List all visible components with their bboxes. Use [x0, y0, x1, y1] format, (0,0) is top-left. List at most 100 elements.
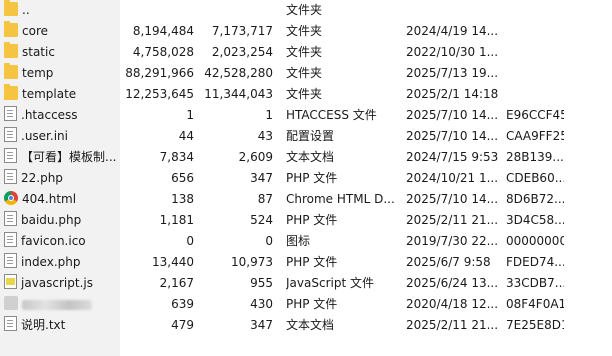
crc-value: 08F4F0A1 [506, 297, 564, 311]
packed-size: 10,973 [231, 255, 273, 269]
folder-icon [4, 63, 18, 79]
packed-size: 2,609 [238, 150, 273, 164]
file-size: 12,253,645 [125, 87, 194, 101]
file-icon [4, 169, 17, 184]
file-name: javascript.js [21, 276, 93, 290]
crc-value: 00000000 [506, 234, 564, 248]
crc-value: 3D4C58... [506, 213, 564, 227]
file-row[interactable]: 639 430 PHP 文件 2020/4/18 12... 08F4F0A1 [0, 294, 612, 315]
file-size: 1,181 [159, 213, 194, 227]
crc-value: E96CCF45 [506, 108, 564, 122]
crc-value: 33CDB7... [506, 276, 564, 290]
file-name: .htaccess [21, 108, 78, 122]
file-name-cell: static [4, 42, 122, 63]
file-size: 2,167 [159, 276, 194, 290]
file-name: template [22, 87, 77, 101]
file-type: Chrome HTML D... [286, 192, 395, 206]
chrome-icon [4, 191, 18, 205]
packed-size: 42,528,280 [204, 66, 273, 80]
modified-date: 2024/10/21 1... [406, 171, 498, 185]
file-row[interactable]: index.php 13,440 10,973 PHP 文件 2025/6/7 9:58… [0, 252, 612, 273]
file-row[interactable]: favicon.ico 0 0 图标 2019/7/30 22... 00000000 [0, 231, 612, 252]
file-name: temp [22, 66, 54, 80]
file-icon [4, 316, 17, 331]
file-name: 【可看】模板制... [21, 150, 117, 164]
packed-size: 43 [257, 129, 273, 143]
modified-date: 2019/7/30 22... [406, 234, 498, 248]
packed-size: 955 [250, 276, 273, 290]
file-row[interactable]: template 12,253,645 11,344,043 文件夹 2025/2/1 … [0, 84, 612, 105]
file-row[interactable]: baidu.php 1,181 524 PHP 文件 2025/2/11 21... 3D… [0, 210, 612, 231]
file-row[interactable]: 【可看】模板制... 7,834 2,609 文本文档 2024/7/15 9:53 28… [0, 147, 612, 168]
packed-size: 524 [250, 213, 273, 227]
file-name: favicon.ico [21, 234, 86, 248]
crc-value: 7E25E8D1 [506, 318, 564, 332]
crc-value [506, 0, 564, 21]
file-type: 图标 [286, 234, 311, 248]
file-row[interactable]: .user.ini 44 43 配置设置 2025/7/10 14... CAA9FF25 [0, 126, 612, 147]
folder-icon [4, 84, 18, 100]
modified-date: 2024/7/15 9:53 [406, 150, 498, 164]
file-row[interactable]: javascript.js 2,167 955 JavaScript 文件 2025/6… [0, 273, 612, 294]
crc-value [506, 21, 564, 42]
file-type: 文件夹 [286, 3, 323, 17]
file-type: 文件夹 [286, 24, 323, 38]
file-type: PHP 文件 [286, 171, 338, 185]
crc-value: CAA9FF25 [506, 129, 564, 143]
file-row[interactable]: 说明.txt 479 347 文本文档 2025/2/11 21... 7E25E8D1 [0, 315, 612, 336]
file-name-cell: core [4, 21, 122, 42]
packed-size: 0 [265, 234, 273, 248]
file-size: 479 [171, 318, 194, 332]
modified-date [406, 0, 498, 21]
crc-value: 8D6B72... [506, 192, 564, 206]
file-icon [4, 232, 17, 247]
file-name: 说明.txt [21, 318, 66, 332]
packed-size: 430 [250, 297, 273, 311]
file-name-cell: favicon.ico [4, 231, 122, 252]
file-name-cell: 【可看】模板制... [4, 147, 122, 168]
file-name: core [22, 24, 48, 38]
blurred-file-icon [4, 296, 18, 310]
file-row[interactable]: temp 88,291,966 42,528,280 文件夹 2025/7/13 19.… [0, 63, 612, 84]
file-size: 656 [171, 171, 194, 185]
file-row[interactable]: core 8,194,484 7,173,717 文件夹 2024/4/19 14... [0, 21, 612, 42]
crc-value: FDED74... [506, 255, 564, 269]
file-name-cell: baidu.php [4, 210, 122, 231]
file-type: 文件夹 [286, 66, 323, 80]
file-name: index.php [21, 255, 81, 269]
file-row[interactable]: .htaccess 1 1 HTACCESS 文件 2025/7/10 14... E96… [0, 105, 612, 126]
redacted-file-name [22, 299, 92, 310]
file-row[interactable]: 404.html 138 87 Chrome HTML D... 2025/7/10 1… [0, 189, 612, 210]
packed-size: 1 [265, 108, 273, 122]
file-name-cell: .user.ini [4, 126, 122, 147]
file-row[interactable]: .. 文件夹 [0, 0, 612, 21]
modified-date: 2025/7/10 14... [406, 192, 498, 206]
crc-value [506, 84, 564, 105]
file-size: 639 [171, 297, 194, 311]
file-icon [4, 253, 17, 268]
file-name-cell: .. [4, 0, 122, 21]
modified-date: 2025/7/13 19... [406, 66, 498, 80]
packed-size: 347 [250, 318, 273, 332]
file-type: PHP 文件 [286, 297, 338, 311]
file-icon [4, 148, 17, 163]
file-size: 44 [178, 129, 194, 143]
modified-date: 2025/6/7 9:58 [406, 255, 491, 269]
javascript-file-icon [4, 274, 17, 289]
file-type: PHP 文件 [286, 255, 338, 269]
file-name-cell [4, 294, 122, 315]
file-row[interactable]: static 4,758,028 2,023,254 文件夹 2022/10/30 1.… [0, 42, 612, 63]
file-type: 文本文档 [286, 318, 335, 332]
file-name-cell: javascript.js [4, 273, 122, 294]
file-icon [4, 211, 17, 226]
file-name-cell: template [4, 84, 122, 105]
modified-date: 2025/7/10 14... [406, 108, 498, 122]
packed-size: 2,023,254 [211, 45, 273, 59]
file-name-cell: .htaccess [4, 105, 122, 126]
file-row[interactable]: 22.php 656 347 PHP 文件 2024/10/21 1... CDEB60.… [0, 168, 612, 189]
file-size: 8,194,484 [132, 24, 194, 38]
modified-date: 2022/10/30 1... [406, 45, 498, 59]
crc-value [506, 63, 564, 84]
file-name-cell: temp [4, 63, 122, 84]
file-type: 文件夹 [286, 87, 323, 101]
